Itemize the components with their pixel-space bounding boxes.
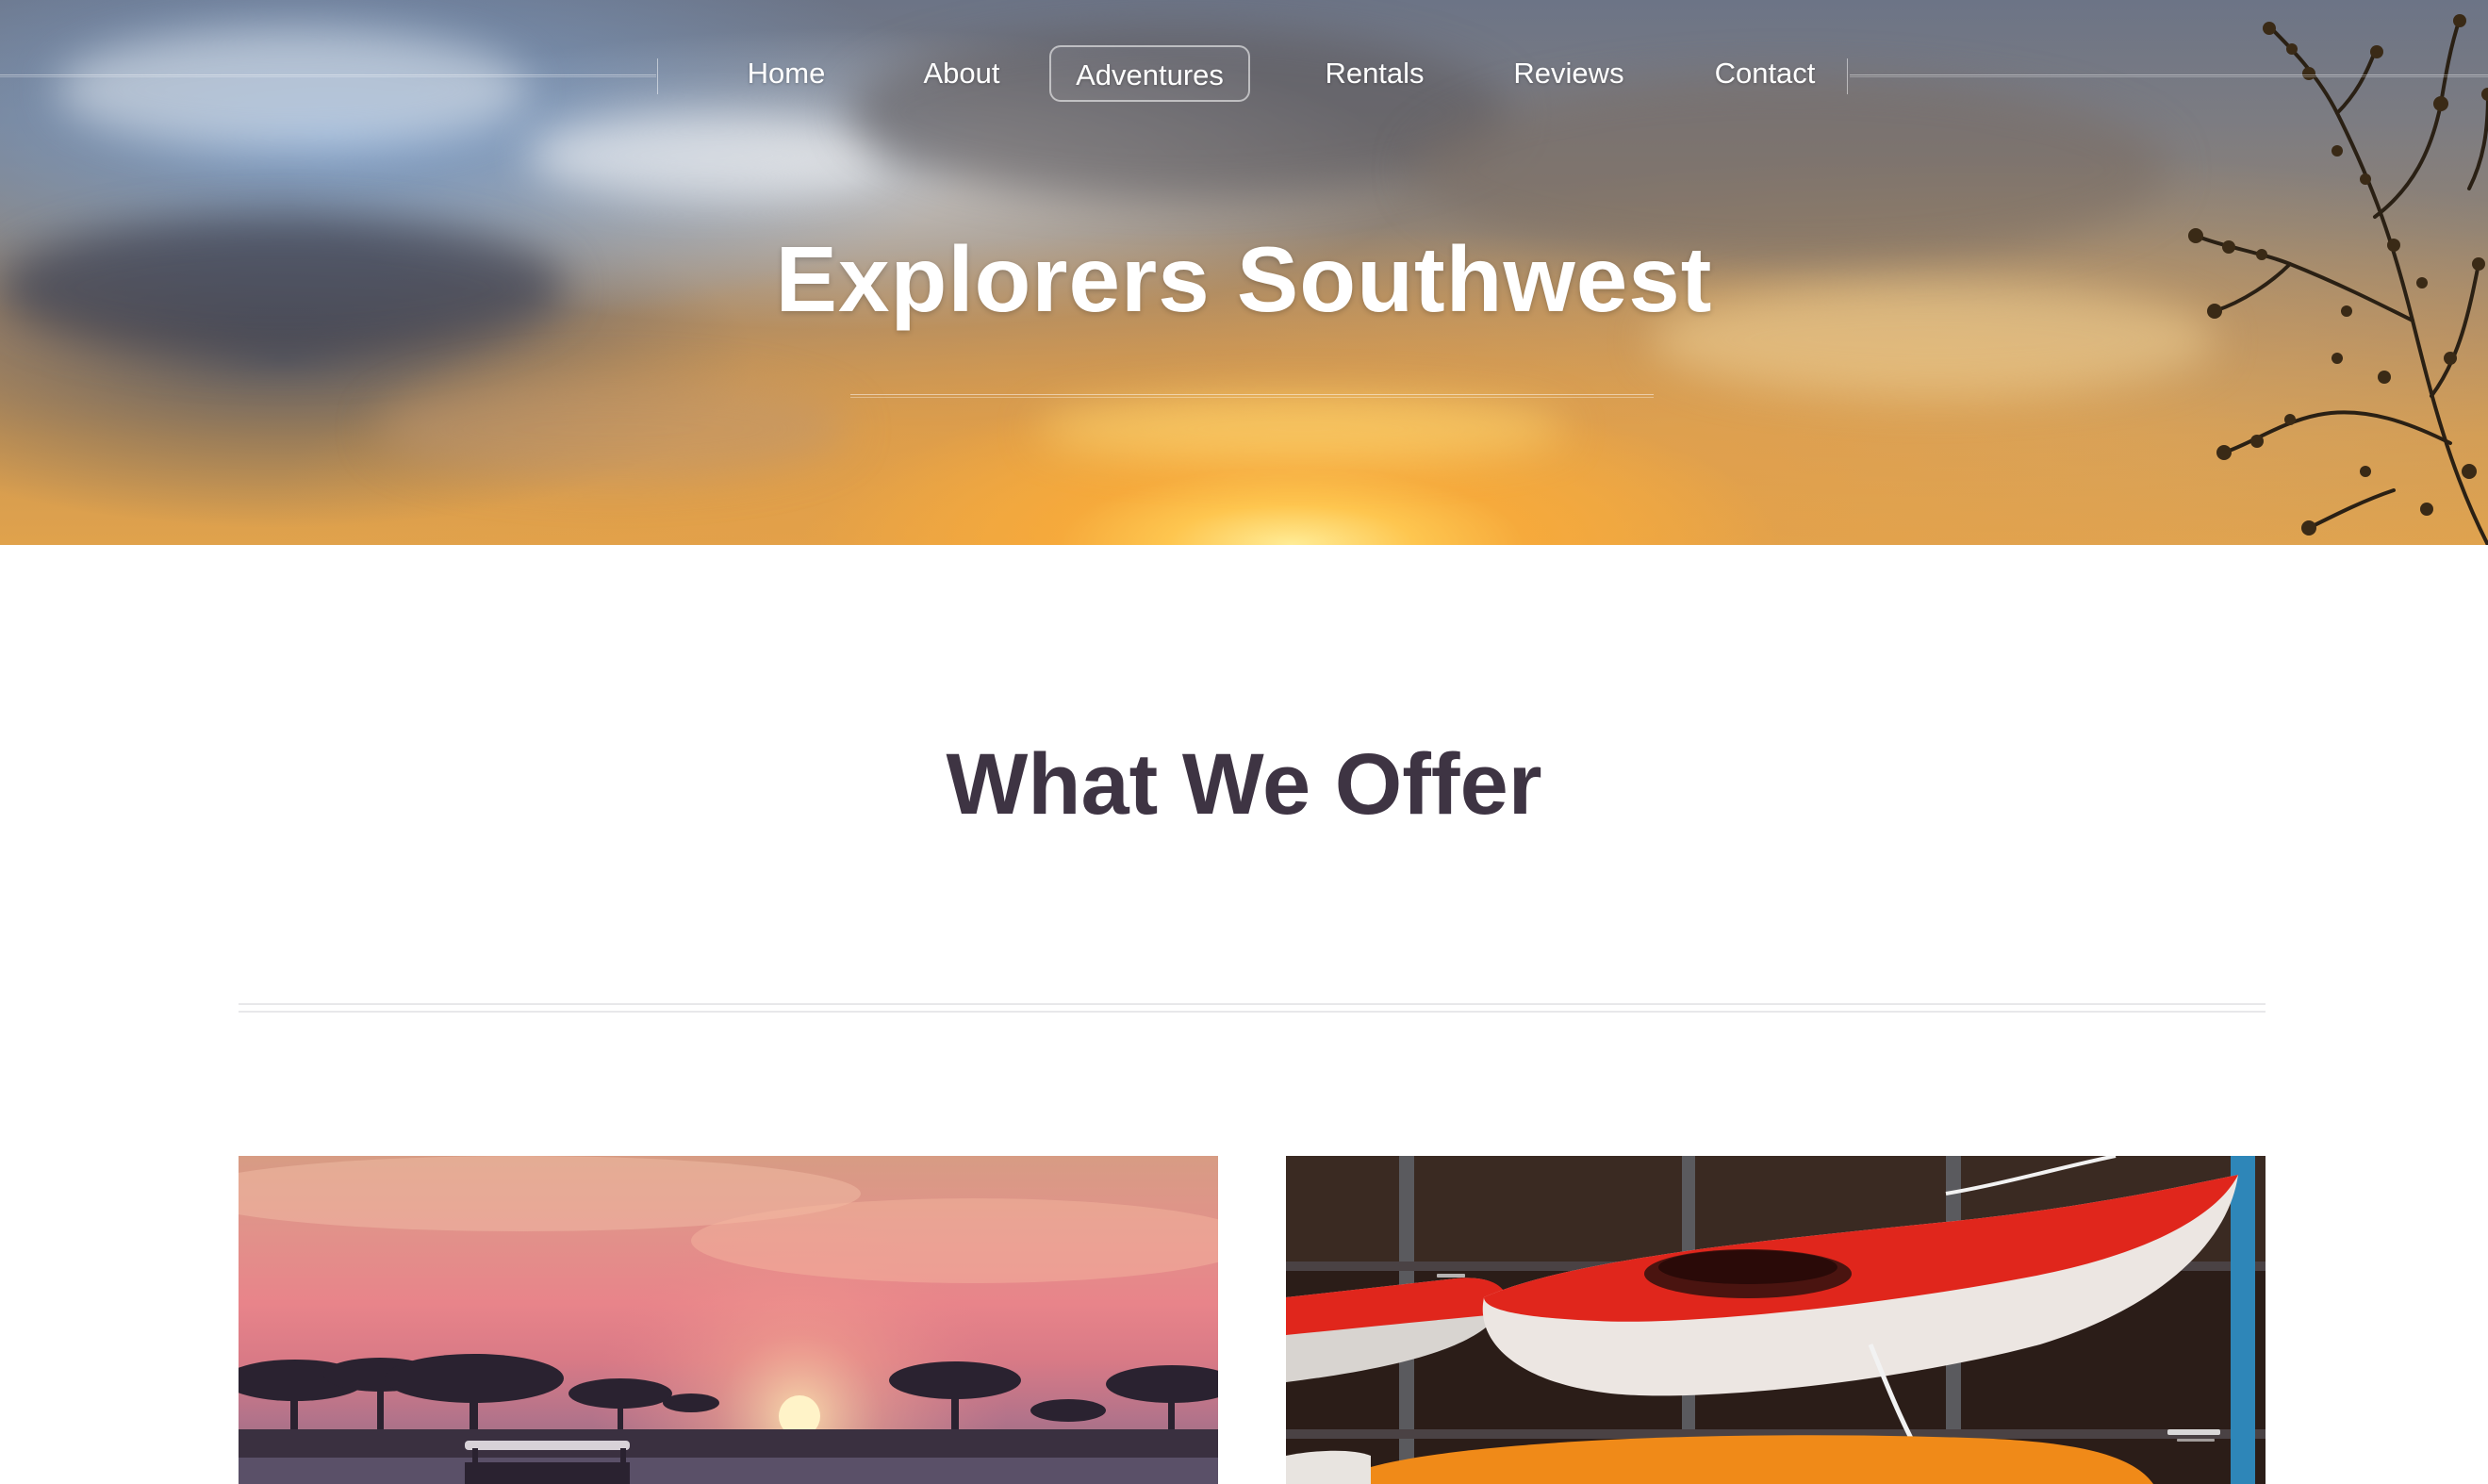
kayak-scene: [1286, 1156, 2266, 1484]
site-title: Explorers Southwest: [775, 227, 1713, 331]
nav-item-reviews[interactable]: Reviews: [1493, 45, 1644, 102]
section-divider: [239, 1003, 2266, 1013]
nav-item-adventures[interactable]: Adventures: [1049, 45, 1250, 102]
cloud-shape: [528, 113, 886, 198]
main-nav: Home About Adventures Rentals Reviews Co…: [660, 45, 1846, 104]
safari-sunset-photo[interactable]: [239, 1156, 1218, 1484]
nav-rail-left: [0, 74, 656, 77]
nav-divider-right: [1847, 58, 1848, 94]
blue-post: [2231, 1156, 2255, 1484]
cloud-shape: [57, 28, 528, 151]
cloud-shape: [377, 377, 849, 481]
nav-item-home[interactable]: Home: [730, 45, 843, 102]
cloud-shape: [1037, 396, 1565, 462]
nav-item-rentals[interactable]: Rentals: [1309, 45, 1441, 102]
safari-vehicle: [465, 1441, 630, 1484]
hero-divider: [850, 394, 1654, 398]
safari-scene: [239, 1156, 1218, 1484]
nav-item-about[interactable]: About: [896, 45, 1028, 102]
nav-item-contact[interactable]: Contact: [1689, 45, 1840, 102]
nav-divider-left: [657, 58, 658, 94]
kayak-rack-photo[interactable]: [1286, 1156, 2266, 1484]
nav-rail-right: [1850, 74, 2488, 77]
section-title: What We Offer: [946, 736, 1542, 833]
hero-banner: Home About Adventures Rentals Reviews Co…: [0, 0, 2488, 545]
